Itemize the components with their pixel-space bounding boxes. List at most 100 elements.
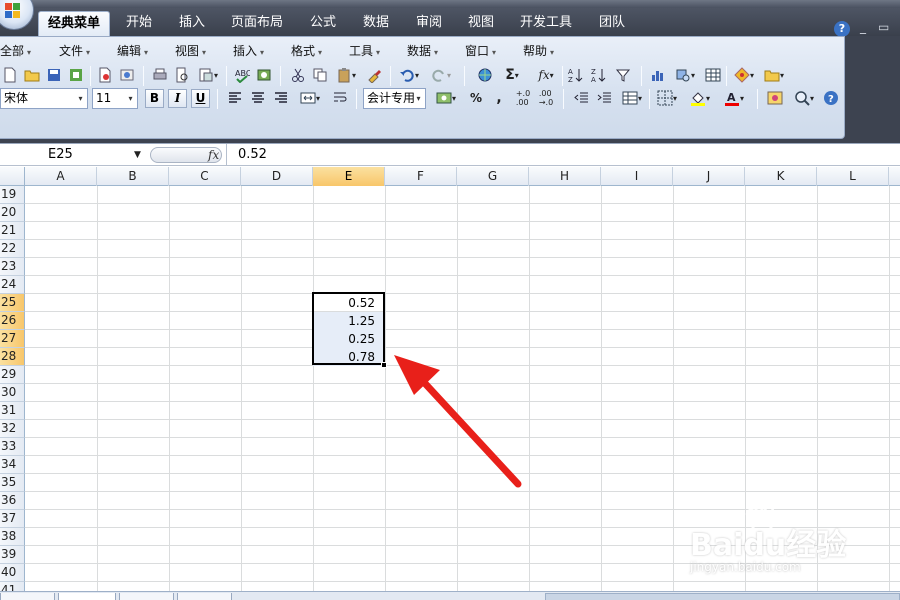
- row-header-27[interactable]: 27: [0, 330, 25, 348]
- bold-button[interactable]: B: [145, 89, 164, 108]
- row-header-38[interactable]: 38: [0, 528, 25, 546]
- row-header-36[interactable]: 36: [0, 492, 25, 510]
- row-header-30[interactable]: 30: [0, 384, 25, 402]
- help-circle-icon[interactable]: ?: [821, 88, 841, 108]
- new-file-icon[interactable]: [0, 65, 20, 85]
- tab-review[interactable]: 审阅: [403, 11, 455, 36]
- align-center-icon[interactable]: [248, 88, 268, 108]
- fill-color-icon[interactable]: ▾: [686, 88, 714, 108]
- merge-center-icon[interactable]: ▾: [296, 88, 324, 108]
- tab-page-layout[interactable]: 页面布局: [220, 11, 294, 36]
- paste-icon[interactable]: ▾: [332, 65, 360, 85]
- folder-options-icon[interactable]: ▾: [760, 65, 788, 85]
- wrap-text-icon[interactable]: [330, 88, 350, 108]
- sheet-tab[interactable]: [177, 593, 232, 600]
- currency-format-icon[interactable]: ▾: [432, 88, 460, 108]
- name-box[interactable]: E25: [0, 146, 148, 164]
- tab-insert[interactable]: 插入: [166, 11, 218, 36]
- menu-tools[interactable]: 工具 ▾: [349, 40, 380, 62]
- tab-classic-menu[interactable]: 经典菜单: [38, 11, 110, 36]
- undo-icon[interactable]: ▾: [395, 65, 423, 85]
- format-painter-icon[interactable]: [364, 65, 384, 85]
- decrease-indent-icon[interactable]: [572, 88, 592, 108]
- menu-insert[interactable]: 插入 ▾: [233, 40, 264, 62]
- row-header-25[interactable]: 25: [0, 294, 25, 312]
- row-header-28[interactable]: 28: [0, 348, 25, 366]
- align-left-icon[interactable]: [225, 88, 245, 108]
- spelling-icon[interactable]: ABC: [232, 65, 252, 85]
- attach-icon[interactable]: [117, 65, 137, 85]
- tab-home[interactable]: 开始: [113, 11, 165, 36]
- column-header-l[interactable]: L: [817, 167, 889, 186]
- borders-icon[interactable]: ▾: [653, 88, 681, 108]
- row-header-20[interactable]: 20: [0, 204, 25, 222]
- filter-icon[interactable]: [613, 65, 633, 85]
- row-header-29[interactable]: 29: [0, 366, 25, 384]
- column-header-b[interactable]: B: [97, 167, 169, 186]
- chart-icon[interactable]: [648, 65, 668, 85]
- table-icon[interactable]: [703, 65, 723, 85]
- tab-formulas[interactable]: 公式: [297, 11, 349, 36]
- formula-input[interactable]: 0.52: [238, 146, 267, 164]
- row-header-35[interactable]: 35: [0, 474, 25, 492]
- row-header-24[interactable]: 24: [0, 276, 25, 294]
- row-header-39[interactable]: 39: [0, 546, 25, 564]
- row-header-19[interactable]: 19: [0, 186, 25, 204]
- comma-style-button[interactable]: ,: [489, 88, 509, 108]
- percent-button[interactable]: %: [466, 88, 486, 108]
- save-icon[interactable]: [44, 65, 64, 85]
- sheet-tab-active[interactable]: [58, 593, 116, 600]
- page-setup-icon[interactable]: ▾: [194, 65, 222, 85]
- macro-icon[interactable]: ▾: [730, 65, 758, 85]
- menu-edit[interactable]: 编辑 ▾: [117, 40, 148, 62]
- increase-decimal-icon[interactable]: +.0.00: [513, 88, 533, 108]
- row-header-23[interactable]: 23: [0, 258, 25, 276]
- hyperlink-icon[interactable]: [475, 65, 495, 85]
- font-name-select[interactable]: 宋体 ▾: [0, 88, 88, 109]
- column-header-k[interactable]: K: [745, 167, 817, 186]
- menu-help[interactable]: 帮助 ▾: [523, 40, 554, 62]
- column-header-d[interactable]: D: [241, 167, 313, 186]
- column-header-g[interactable]: G: [457, 167, 529, 186]
- underline-button[interactable]: U: [191, 89, 210, 108]
- tab-view[interactable]: 视图: [455, 11, 507, 36]
- column-header-f[interactable]: F: [385, 167, 457, 186]
- redo-icon[interactable]: ▾: [427, 65, 455, 85]
- cut-icon[interactable]: [288, 65, 308, 85]
- open-folder-icon[interactable]: [22, 65, 42, 85]
- row-header-33[interactable]: 33: [0, 438, 25, 456]
- menu-view[interactable]: 视图 ▾: [175, 40, 206, 62]
- picture-icon[interactable]: [765, 88, 785, 108]
- menu-file[interactable]: 文件 ▾: [59, 40, 90, 62]
- horizontal-scrollbar[interactable]: [545, 593, 900, 600]
- increase-indent-icon[interactable]: [595, 88, 615, 108]
- sheet-nav[interactable]: [0, 593, 55, 600]
- menu-all[interactable]: 全部 ▾: [0, 40, 31, 62]
- menu-data[interactable]: 数据 ▾: [407, 40, 438, 62]
- column-header-j[interactable]: J: [673, 167, 745, 186]
- shapes-icon[interactable]: ▾: [671, 65, 699, 85]
- row-header-40[interactable]: 40: [0, 564, 25, 582]
- row-header-26[interactable]: 26: [0, 312, 25, 330]
- menu-window[interactable]: 窗口 ▾: [465, 40, 496, 62]
- fill-handle[interactable]: [381, 362, 387, 368]
- column-header-i[interactable]: I: [601, 167, 673, 186]
- chevron-down-icon[interactable]: ▼: [134, 146, 141, 164]
- row-header-31[interactable]: 31: [0, 402, 25, 420]
- print-preview-icon[interactable]: [172, 65, 192, 85]
- sort-descending-icon[interactable]: ZA: [589, 65, 609, 85]
- decrease-decimal-icon[interactable]: .00 →.0: [536, 88, 556, 108]
- column-header-e[interactable]: E: [313, 167, 385, 186]
- column-header-a[interactable]: A: [25, 167, 97, 186]
- help-icon[interactable]: ?: [834, 21, 850, 37]
- restore-button[interactable]: ▭: [878, 20, 889, 34]
- menu-format[interactable]: 格式 ▾: [291, 40, 322, 62]
- font-size-select[interactable]: 11 ▾: [92, 88, 138, 109]
- permission-icon[interactable]: [66, 65, 86, 85]
- row-header-22[interactable]: 22: [0, 240, 25, 258]
- tab-data[interactable]: 数据: [350, 11, 402, 36]
- row-header-21[interactable]: 21: [0, 222, 25, 240]
- minimize-button[interactable]: _: [860, 20, 866, 34]
- copy-icon[interactable]: [310, 65, 330, 85]
- sheet-tab[interactable]: [119, 593, 174, 600]
